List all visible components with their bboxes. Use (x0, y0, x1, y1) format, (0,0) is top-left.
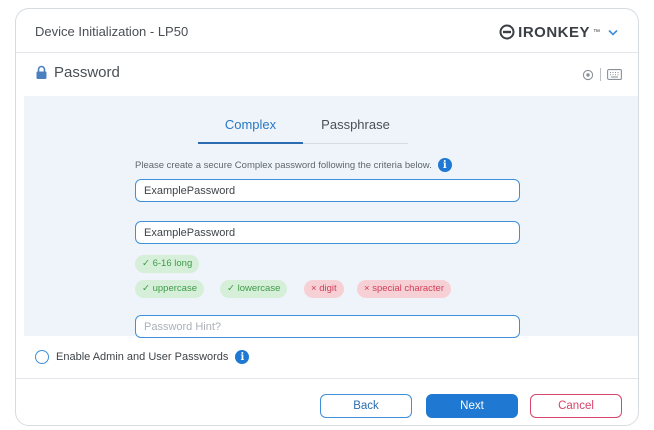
password-field[interactable] (135, 179, 520, 202)
window-title: Device Initialization - LP50 (35, 24, 189, 39)
password-panel: Complex Passphrase Please create a secur… (24, 96, 638, 338)
instructions-text: Please create a secure Complex password … (135, 159, 432, 171)
ironkey-logo: IRONKEY ™ (499, 24, 600, 41)
header-divider (600, 68, 601, 81)
criterion-digit: × digit (304, 280, 344, 298)
footer-divider (16, 378, 638, 379)
criterion-uppercase: ✓ uppercase (135, 280, 204, 298)
admin-user-label: Enable Admin and User Passwords (56, 351, 229, 363)
app-window: Device Initialization - LP50 IRONKEY ™ Pa… (15, 8, 639, 426)
keyboard-icon[interactable] (607, 69, 622, 80)
password-type-tabs: Complex Passphrase (198, 110, 408, 144)
tab-complex[interactable]: Complex (198, 110, 303, 144)
criterion-label: 6-16 long (152, 258, 193, 269)
criterion-label: lowercase (237, 283, 281, 294)
info-icon[interactable]: i (235, 350, 250, 364)
back-button[interactable]: Back (320, 394, 412, 418)
criterion-length: ✓ 6-16 long (135, 255, 200, 273)
lock-icon (36, 65, 47, 79)
criterion-special-character: × special character (357, 280, 451, 298)
admin-user-checkbox[interactable] (35, 350, 49, 364)
criterion-label: digit (319, 283, 337, 294)
tab-passphrase[interactable]: Passphrase (303, 110, 408, 144)
eye-icon[interactable] (582, 69, 594, 81)
info-icon[interactable]: i (437, 158, 452, 172)
chevron-down-icon[interactable] (606, 25, 620, 39)
title-bar: Device Initialization - LP50 IRONKEY ™ (16, 9, 638, 53)
criterion-label: uppercase (152, 283, 197, 294)
header-icons (582, 68, 622, 81)
admin-user-option: Enable Admin and User Passwords i (35, 348, 250, 366)
criterion-label: special character (372, 283, 444, 294)
next-button[interactable]: Next (426, 394, 518, 418)
section-header: Password (16, 53, 638, 91)
confirm-password-field[interactable] (135, 221, 520, 244)
ironkey-logo-icon (499, 24, 515, 40)
brand: IRONKEY ™ (499, 21, 620, 43)
password-hint-field[interactable] (135, 315, 520, 338)
instructions: Please create a secure Complex password … (135, 158, 452, 172)
criterion-lowercase: ✓ lowercase (220, 280, 288, 298)
section-title: Password (54, 64, 120, 81)
brand-name: IRONKEY (518, 23, 590, 41)
brand-trademark: ™ (593, 28, 600, 36)
cancel-button[interactable]: Cancel (530, 394, 622, 418)
